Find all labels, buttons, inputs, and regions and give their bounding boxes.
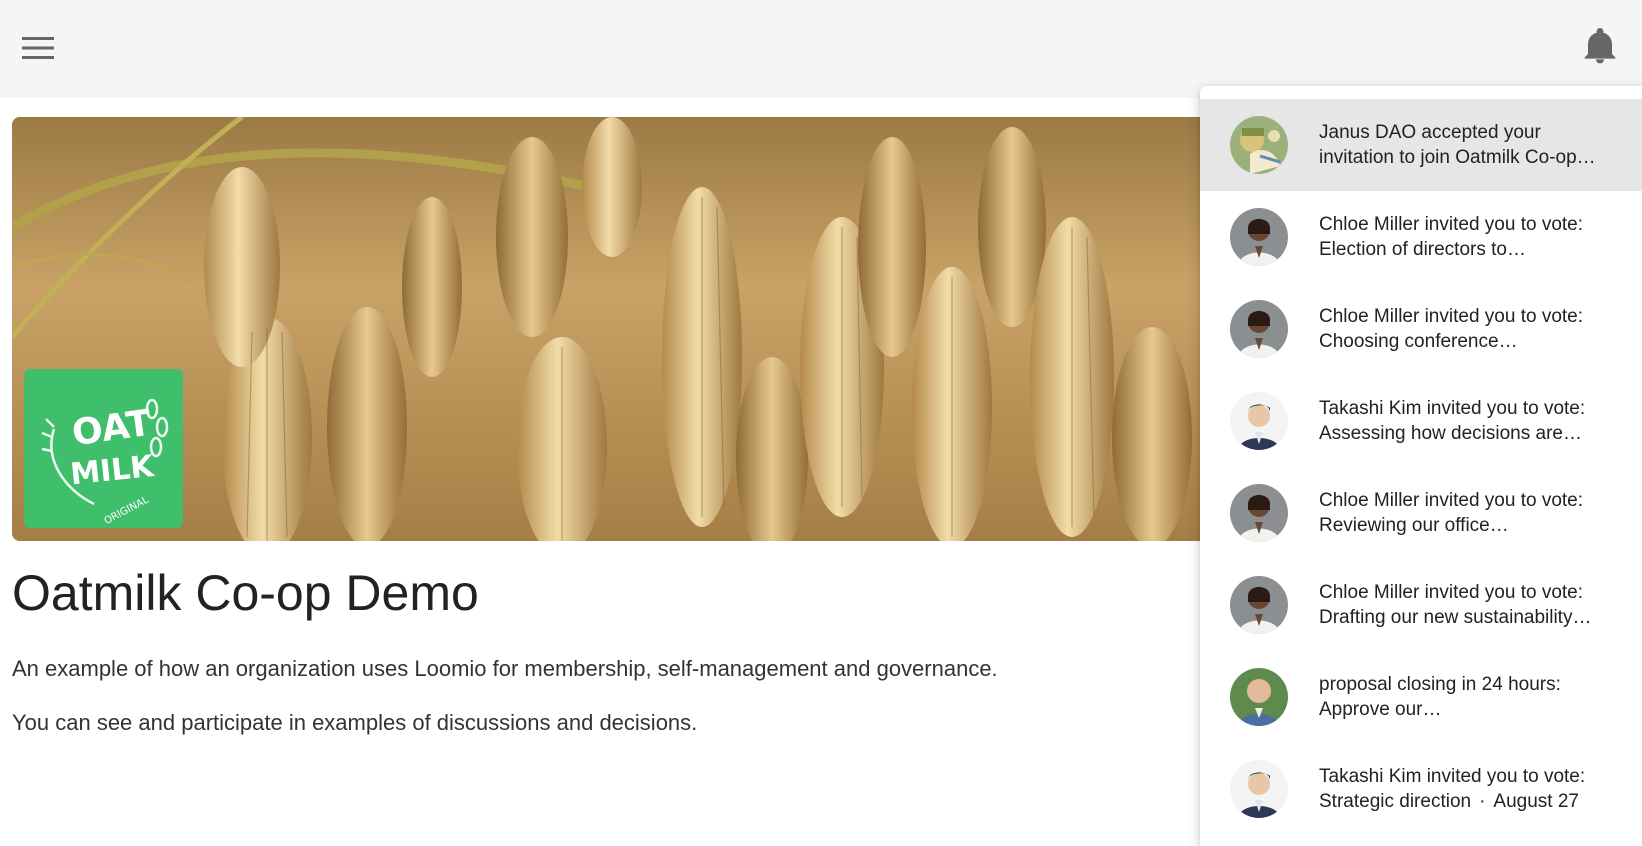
- notification-item[interactable]: Chloe Miller invited you to vote: Choosi…: [1200, 283, 1642, 375]
- notification-line2: Choosing conference…: [1319, 331, 1518, 352]
- woman-avatar: [1230, 484, 1288, 542]
- group-title: Oatmilk Co-op Demo: [12, 565, 479, 621]
- logo-text-original: ORIGINAL: [103, 494, 151, 527]
- group-description: An example of how an organization uses L…: [12, 656, 998, 681]
- notification-item[interactable]: Chloe Miller invited you to vote: Electi…: [1200, 191, 1642, 283]
- group-description-secondary: You can see and participate in examples …: [12, 710, 698, 735]
- woman-avatar: [1230, 576, 1288, 634]
- notifications-button[interactable]: [1576, 22, 1624, 70]
- notification-line2: invitation to join Oatmilk Co-op…: [1319, 147, 1596, 168]
- app-bar: [0, 0, 1642, 98]
- group-logo: OAT MILK ORIGINAL: [24, 369, 183, 528]
- notification-item[interactable]: Takashi Kim invited you to vote: Assessi…: [1200, 375, 1642, 467]
- logo-text-oat: OAT: [70, 403, 155, 455]
- notification-line2: Strategic direction · August 27: [1319, 789, 1619, 814]
- man-avatar: [1230, 392, 1288, 450]
- separator-dot: ·: [1479, 791, 1486, 812]
- notification-line1: Chloe Miller invited you to vote:: [1319, 214, 1584, 235]
- man-avatar: [1230, 760, 1288, 818]
- cartoon-avatar: [1230, 116, 1288, 174]
- group-cover-image: [12, 117, 1212, 541]
- notification-line2: Assessing how decisions are…: [1319, 423, 1582, 444]
- notification-item[interactable]: Janus DAO accepted your invitation to jo…: [1200, 99, 1642, 191]
- woman-avatar: [1230, 300, 1288, 358]
- notification-item[interactable]: Chloe Miller invited you to vote: Review…: [1200, 467, 1642, 559]
- notification-line1: Chloe Miller invited you to vote:: [1319, 306, 1584, 327]
- notification-line1: Chloe Miller invited you to vote:: [1319, 582, 1584, 603]
- notification-line1: proposal closing in 24 hours:: [1319, 674, 1561, 695]
- notification-line1: Chloe Miller invited you to vote:: [1319, 490, 1584, 511]
- notification-line2: Approve our…: [1319, 699, 1442, 720]
- menu-icon: [22, 37, 54, 59]
- bald-man-avatar: [1230, 668, 1288, 726]
- notification-line2: Drafting our new sustainability…: [1319, 607, 1592, 628]
- bell-icon: [1584, 28, 1616, 64]
- notification-item[interactable]: Chloe Miller invited you to vote: Drafti…: [1200, 559, 1642, 651]
- notification-line2: Reviewing our office…: [1319, 515, 1509, 536]
- notification-line2: Election of directors to…: [1319, 239, 1526, 260]
- notification-item[interactable]: proposal closing in 24 hours: Approve ou…: [1200, 651, 1642, 743]
- notification-line1: Janus DAO accepted your: [1319, 122, 1541, 143]
- notification-line1: Takashi Kim invited you to vote:: [1319, 398, 1586, 419]
- woman-avatar: [1230, 208, 1288, 266]
- notification-item[interactable]: Takashi Kim invited you to vote: Strateg…: [1200, 743, 1642, 835]
- notification-line1: Takashi Kim invited you to vote:: [1319, 766, 1586, 787]
- notifications-panel: Janus DAO accepted your invitation to jo…: [1200, 86, 1642, 846]
- menu-button[interactable]: [14, 24, 62, 72]
- notification-title: Strategic direction: [1319, 791, 1472, 812]
- logo-text-milk: MILK: [69, 449, 157, 493]
- notification-date: August 27: [1493, 791, 1579, 812]
